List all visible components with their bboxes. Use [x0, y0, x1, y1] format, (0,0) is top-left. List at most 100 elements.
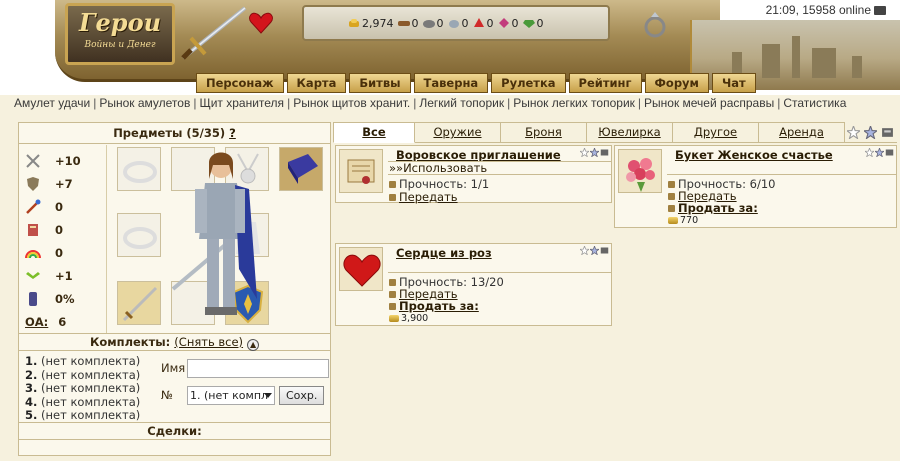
nav-roulette[interactable]: Рулетка	[491, 73, 566, 93]
tab-jewelry[interactable]: Ювелирка	[587, 122, 673, 143]
slot-book[interactable]	[279, 147, 323, 191]
resource-gems: 0	[522, 16, 544, 30]
items-title: Предметы (5/35) ?	[19, 123, 330, 144]
hero-stats: +10 +7 0 0 0 +1 0% ОА: 6	[19, 145, 107, 333]
nav-map[interactable]: Карта	[286, 73, 347, 93]
storage-icon[interactable]	[600, 246, 609, 255]
sword-icon	[122, 286, 158, 322]
bullet-icon	[389, 302, 396, 310]
star-blue-icon[interactable]	[875, 148, 884, 157]
quick-links: Амулет удачи | Рынок амулетов | Щит хранител…	[14, 96, 847, 110]
storage-icon[interactable]	[600, 148, 609, 157]
inventory-panel: Предметы (5/35) ? +10 +7 0 0 0 +1 0% ОА:…	[18, 122, 331, 456]
nav-tavern[interactable]: Таверна	[413, 73, 489, 93]
gold-icon	[668, 217, 678, 224]
gems-icon	[522, 20, 535, 28]
morale-icon	[26, 271, 40, 279]
nav-chat[interactable]: Чат	[711, 73, 756, 93]
item-title[interactable]: Воровское приглашение	[396, 148, 561, 162]
crystal-value: 0	[511, 16, 519, 30]
star-blue-icon[interactable]	[590, 246, 599, 255]
sulfur-value: 0	[486, 16, 494, 30]
item-title[interactable]: Сердце из роз	[396, 246, 492, 260]
set-item[interactable]: 5. (нет комплекта)	[25, 408, 140, 423]
save-set-button[interactable]: Сохр.	[279, 385, 325, 405]
set-item[interactable]: 3. (нет комплекта)	[25, 381, 140, 396]
stat-spellpower: 0	[25, 195, 106, 218]
link-shield-market[interactable]: Рынок щитов хранит.	[293, 96, 410, 110]
link-statistics[interactable]: Статистика	[783, 96, 846, 110]
game-logo[interactable]: Герои Войны и Денег	[65, 3, 175, 65]
star-empty-icon[interactable]	[845, 122, 862, 143]
item-card-thief-invitation: Воровское приглашение »»Использовать Про…	[335, 145, 612, 204]
star-blue-icon[interactable]	[590, 148, 599, 157]
star-empty-icon[interactable]	[580, 246, 589, 255]
set-name-input[interactable]	[187, 358, 329, 378]
storage-icon[interactable]	[885, 148, 894, 157]
slot-ring-1[interactable]	[117, 147, 161, 191]
sell-price: 3,900	[401, 313, 429, 324]
link-sword-market[interactable]: Рынок мечей расправы	[644, 96, 774, 110]
item-thumb[interactable]	[618, 149, 662, 193]
stat-initiative: 0%	[25, 287, 106, 310]
item-thumb[interactable]	[339, 247, 383, 291]
slot-ring-2[interactable]	[117, 213, 161, 257]
tab-weapons[interactable]: Оружие	[415, 122, 501, 143]
tab-other[interactable]: Другое	[673, 122, 759, 143]
nav-battles[interactable]: Битвы	[349, 73, 411, 93]
health-heart-icon[interactable]	[248, 10, 274, 36]
oa-label[interactable]: ОА:	[25, 315, 48, 329]
link-amulet-market[interactable]: Рынок амулетов	[99, 96, 190, 110]
remove-all-link[interactable]: (Снять все)	[174, 335, 243, 349]
sell-link[interactable]: Продать за:	[678, 201, 758, 215]
item-thumb[interactable]	[339, 149, 383, 193]
gems-value: 0	[536, 16, 544, 30]
collapse-up-icon[interactable]: ▲	[247, 339, 260, 351]
tab-all[interactable]: Все	[333, 122, 415, 143]
use-item-link[interactable]: »»Использовать	[389, 161, 487, 175]
bullet-icon	[668, 204, 675, 212]
transfer-link[interactable]: Передать	[399, 190, 458, 204]
bullet-icon	[389, 278, 396, 286]
link-light-axe[interactable]: Легкий топорик	[419, 96, 504, 110]
star-blue-icon[interactable]	[862, 122, 879, 143]
items-help-link[interactable]: ?	[229, 126, 236, 140]
ring-icon[interactable]	[643, 10, 667, 38]
spellpower-icon	[26, 199, 41, 214]
star-empty-icon[interactable]	[580, 148, 589, 157]
link-amulet-luck[interactable]: Амулет удачи	[14, 96, 90, 110]
sell-price: 770	[680, 215, 699, 226]
nav-forum[interactable]: Форум	[644, 73, 709, 93]
nav-rating[interactable]: Рейтинг	[568, 73, 642, 93]
set-number-select[interactable]: 1. (нет компл	[187, 385, 275, 405]
bullet-icon	[389, 180, 396, 188]
resource-bar: 2,974 0 0 0 0 0 0	[302, 5, 610, 41]
bouquet-icon	[626, 158, 655, 192]
set-item[interactable]: 1. (нет комплекта)	[25, 354, 140, 369]
tab-armor[interactable]: Броня	[501, 122, 587, 143]
camera-icon[interactable]	[874, 6, 886, 15]
slot-weapon[interactable]	[117, 281, 161, 325]
storage-icon[interactable]	[879, 122, 896, 143]
server-clock: 21:09, 15958 online	[766, 3, 886, 17]
set-item[interactable]: 4. (нет комплекта)	[25, 395, 140, 410]
item-title[interactable]: Букет Женское счастье	[675, 148, 833, 162]
scroll-icon	[347, 159, 375, 184]
link-axe-market[interactable]: Рынок легких топорик	[513, 96, 635, 110]
mercury-value: 0	[461, 16, 469, 30]
initiative-icon	[29, 291, 37, 306]
sell-link[interactable]: Продать за:	[399, 299, 479, 313]
resource-sulfur: 0	[473, 17, 494, 30]
sets-list: 1. (нет комплекта) 2. (нет комплекта) 3.…	[25, 354, 140, 423]
bullet-icon	[668, 192, 675, 200]
star-empty-icon[interactable]	[865, 148, 874, 157]
link-guardian-shield[interactable]: Щит хранителя	[199, 96, 284, 110]
stat-luck: 0	[25, 241, 106, 264]
clock-text: 21:09, 15958 online	[765, 3, 871, 17]
nav-character[interactable]: Персонаж	[196, 73, 284, 93]
tab-rent[interactable]: Аренда	[759, 122, 845, 143]
set-item[interactable]: 2. (нет комплекта)	[25, 368, 140, 383]
knowledge-icon	[28, 223, 38, 236]
logo-subtitle: Войны и Денег	[84, 40, 156, 50]
wood-icon	[397, 21, 410, 26]
